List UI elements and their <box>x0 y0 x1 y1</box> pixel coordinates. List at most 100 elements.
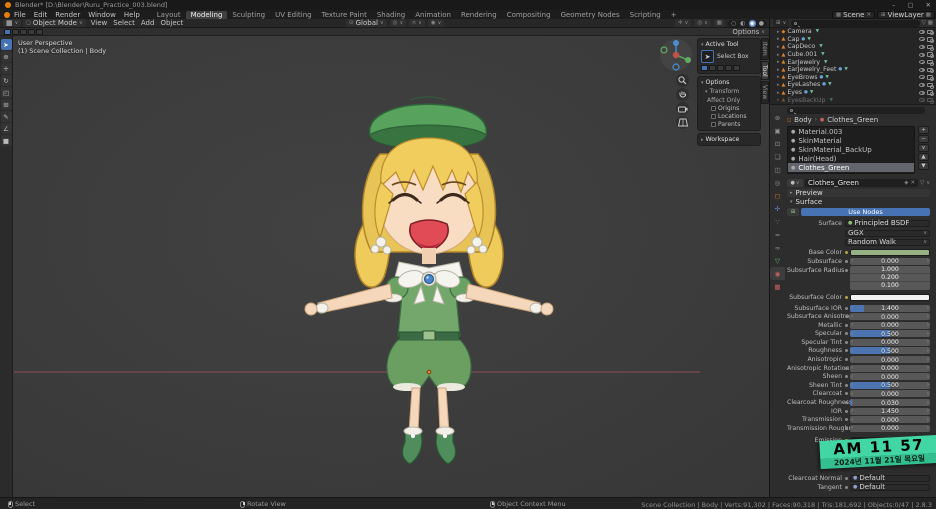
material-slot-row[interactable]: ● Material.003 <box>788 127 914 136</box>
outliner-row[interactable]: ▸ ▲ EarJewelry_Feet ● ▼ <box>770 66 936 74</box>
object-name[interactable]: EarJewelry <box>787 59 820 66</box>
camera-view-button[interactable] <box>676 102 689 115</box>
add-slot-button[interactable]: + <box>918 126 929 134</box>
select-mode-button[interactable] <box>725 65 732 71</box>
socket-dot-icon[interactable] <box>845 375 848 378</box>
menu-item[interactable]: File <box>10 11 30 19</box>
radius-y-field[interactable]: 0.200 <box>850 274 930 282</box>
select-mode-button[interactable] <box>709 65 716 71</box>
base-color-swatch[interactable] <box>850 249 930 256</box>
browse-material-button[interactable]: ● ∨ <box>787 179 803 187</box>
use-nodes-button[interactable]: Use Nodes <box>801 208 930 216</box>
socket-dot-icon[interactable] <box>845 269 848 272</box>
outliner-row[interactable]: ▸ ▲ EyeBrows ● ▼ <box>770 74 936 82</box>
outliner-row[interactable]: ▸ ▲ Cube.001 ▼ <box>770 51 936 59</box>
workspace-tab[interactable]: Texture Paint <box>317 11 372 19</box>
item-scale[interactable]: ◰ <box>1 87 12 98</box>
socket-dot-icon[interactable] <box>845 427 848 430</box>
property-slider[interactable]: 0.500 ‹› <box>850 382 930 389</box>
expand-icon[interactable]: ▸ <box>777 90 780 96</box>
sss-method-dropdown[interactable]: Random Walk∨ <box>845 239 930 246</box>
remove-slot-button[interactable]: − <box>918 135 929 143</box>
disable-render-camera-icon[interactable] <box>927 75 933 80</box>
disable-render-camera-icon[interactable] <box>927 60 933 65</box>
hide-viewport-eye-icon[interactable] <box>919 75 925 79</box>
checkbox[interactable] <box>711 114 716 119</box>
object-name[interactable]: Camera <box>787 28 811 35</box>
workspace-tab[interactable]: Animation <box>410 11 456 19</box>
proportional-editing-toggle[interactable]: ◉ ∨ <box>428 19 444 27</box>
select-mode-button[interactable] <box>701 65 708 71</box>
object-name[interactable]: CapDeco <box>787 43 815 50</box>
object-name[interactable]: EyesBackUp <box>787 97 825 104</box>
socket-dot-icon[interactable] <box>845 349 848 352</box>
sidebar-tab[interactable]: Tool <box>761 61 769 81</box>
radius-z-field[interactable]: 0.100 <box>850 282 930 290</box>
properties-tabs-physics[interactable]: ≈ <box>770 228 785 241</box>
disable-render-camera-icon[interactable] <box>927 83 933 88</box>
viewport-menu-item[interactable]: Select <box>110 19 138 27</box>
material-slot-row[interactable]: ● Hair(Head) <box>788 154 914 163</box>
socket-dot-icon[interactable] <box>845 307 848 310</box>
shading-mode-button[interactable]: ○ <box>730 20 737 27</box>
socket-dot-icon[interactable] <box>845 324 848 327</box>
property-slider[interactable]: 0.000 ‹› <box>850 373 930 380</box>
preview-panel-header[interactable]: ▸Preview <box>787 189 930 197</box>
hide-viewport-eye-icon[interactable] <box>919 98 925 102</box>
clearcoat-normal-dropdown[interactable]: ● Default <box>850 475 930 482</box>
viewport-menu-item[interactable]: Add <box>138 19 158 27</box>
property-slider[interactable]: 0.000 ‹› <box>850 416 930 423</box>
disable-render-camera-icon[interactable] <box>927 90 933 95</box>
shading-mode-button[interactable]: ● <box>758 20 765 27</box>
transform-orientation-dropdown[interactable]: ⊙ Global ∨ <box>346 19 387 27</box>
radius-x-field[interactable]: 1.000 <box>850 266 930 274</box>
gizmos-dropdown[interactable]: ✛ ∨ <box>675 19 691 27</box>
outliner-row[interactable]: ▸ ▲ Eyes ● ▼ <box>770 89 936 97</box>
breadcrumb-object[interactable]: Body <box>794 116 812 124</box>
socket-dot-icon[interactable] <box>845 367 848 370</box>
property-slider[interactable]: 1.400 ‹› <box>850 305 930 312</box>
viewport-canvas[interactable] <box>0 36 769 497</box>
outliner-display-mode-dropdown[interactable]: ⊞ ∨ <box>773 19 789 27</box>
distribution-dropdown[interactable]: GGX∨ <box>845 230 930 237</box>
property-slider[interactable]: 0.500 ‹› <box>850 347 930 354</box>
tangent-dropdown[interactable]: ● Default <box>850 484 930 491</box>
workspace-tab[interactable]: Geometry Nodes <box>556 11 625 19</box>
checkbox[interactable] <box>711 106 716 111</box>
navigation-gizmo[interactable] <box>659 38 693 72</box>
outliner-search-input[interactable] <box>791 20 919 27</box>
item-select-box[interactable]: ➤ <box>1 39 12 50</box>
surface-panel-header[interactable]: ▾Surface <box>787 198 930 206</box>
socket-dot-icon[interactable] <box>845 392 848 395</box>
outliner-row[interactable]: ▸ ▲ EyesBackUp ▼ <box>770 96 936 104</box>
overlays-dropdown[interactable]: ◎ ∨ <box>694 19 710 27</box>
outliner-row[interactable]: ▸ ▲ CapDeco ▼ <box>770 43 936 51</box>
hide-viewport-eye-icon[interactable] <box>919 30 925 34</box>
viewport-menu-item[interactable]: View <box>88 19 111 27</box>
viewport-3d[interactable]: ➤ ⊕ ✛ ↻ ◰ ⊞ ✎ ∠ ■ User Perspective (1) S… <box>0 36 769 497</box>
socket-dot-icon[interactable] <box>845 486 848 489</box>
snap-toggle[interactable]: ∩ ∨ <box>409 19 425 27</box>
breadcrumb-material[interactable]: Clothes_Green <box>827 116 878 124</box>
move-slot-down-button[interactable]: ▼ <box>918 162 929 170</box>
outliner-options-icon[interactable]: ▦ <box>928 20 933 26</box>
socket-dot-icon[interactable] <box>845 410 848 413</box>
slot-specials-button[interactable]: ∨ <box>918 144 929 152</box>
expand-icon[interactable]: ▸ <box>777 52 780 58</box>
scene-selector[interactable]: ▦ Scene ✕ <box>832 11 875 19</box>
workspace-tab[interactable]: Rendering <box>456 11 502 19</box>
fake-user-shield-icon[interactable]: ◈ <box>904 180 908 186</box>
viewlayer-selector[interactable]: ⊞ ViewLayer ▦ <box>877 11 935 19</box>
workspace-tab[interactable]: Scripting <box>625 11 666 19</box>
select-mode-button[interactable] <box>12 29 19 35</box>
socket-dot-icon[interactable] <box>845 341 848 344</box>
select-mode-button[interactable] <box>20 29 27 35</box>
menu-item[interactable]: Render <box>51 11 84 19</box>
socket-dot-icon[interactable] <box>845 260 848 263</box>
expand-icon[interactable]: ▸ <box>777 82 780 88</box>
properties-tabs-material[interactable]: ◉ <box>770 267 785 280</box>
socket-dot-icon[interactable] <box>845 477 848 480</box>
properties-tabs-view-layer[interactable]: ❏ <box>770 150 785 163</box>
disable-render-camera-icon[interactable] <box>927 45 933 50</box>
workspace-tab[interactable]: + <box>666 11 682 19</box>
